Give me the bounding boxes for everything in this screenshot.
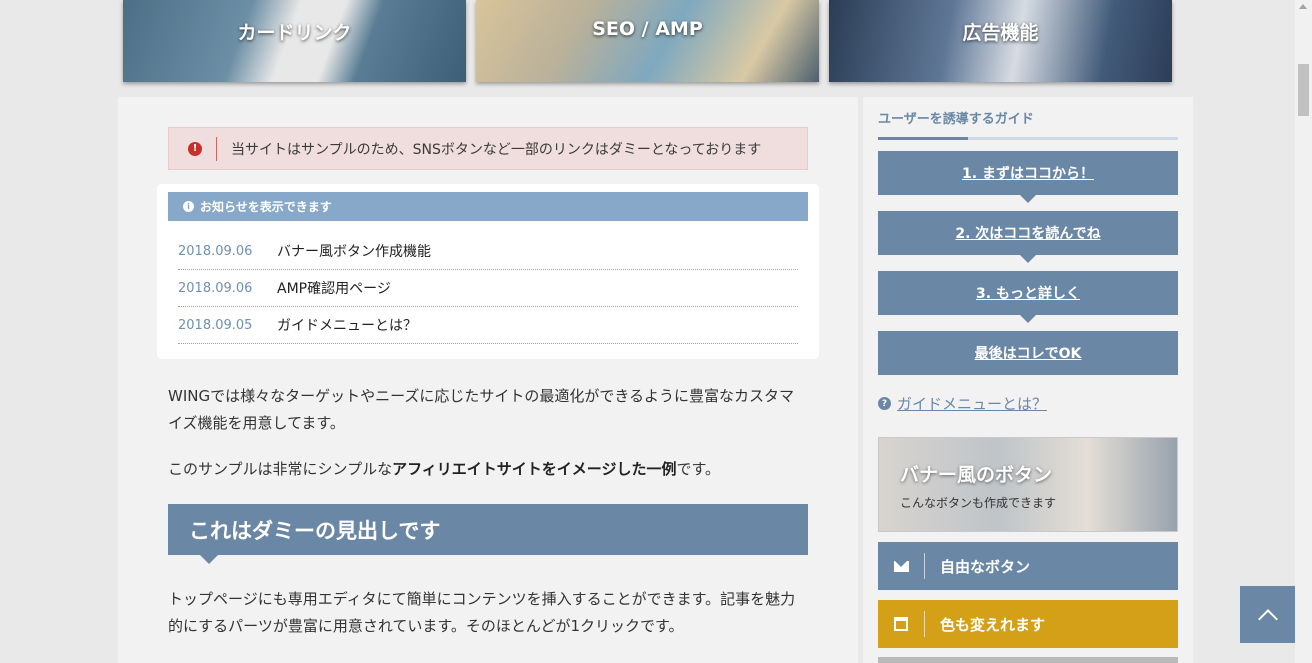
color-button-label: 色も変えれます: [940, 615, 1046, 634]
guide-menu-link[interactable]: ? ガイドメニューとは？: [878, 393, 1047, 414]
dummy-link-alert: ! 当サイトはサンプルのため、SNSボタンなど一部のリンクはダミーとなっておりま…: [168, 127, 808, 170]
notice-title[interactable]: ガイドメニューとは？: [277, 315, 417, 335]
guide-button-step2[interactable]: 2. 次はココを読んでね: [878, 211, 1178, 263]
notice-date: 2018.09.05: [178, 317, 253, 333]
notice-heading-text: お知らせを表示できます: [200, 200, 332, 214]
sidebar-title-underline-accent: [878, 137, 968, 140]
sample-paragraph: このサンプルは非常にシンプルなアフィリエイトサイトをイメージした一例です。: [168, 456, 808, 483]
button-divider: [924, 553, 925, 579]
main-content-area: [118, 97, 858, 663]
guide-menu-link-text: ガイドメニューとは？: [897, 395, 1048, 413]
notice-heading: i お知らせを表示できます: [168, 192, 808, 221]
card-label: SEO / AMP: [592, 18, 703, 40]
card-link-seo-amp[interactable]: SEO / AMP: [476, 0, 819, 82]
guide-button-final[interactable]: 最後はコレでOK: [878, 331, 1178, 375]
banner-title: バナー風のボタン: [900, 464, 1053, 486]
top-card-links: カードリンク SEO / AMP 広告機能: [123, 0, 1172, 82]
info-circle-icon: i: [183, 201, 194, 212]
notice-item[interactable]: 2018.09.05 ガイドメニューとは？: [178, 307, 798, 344]
notice-list: 2018.09.06 バナー風ボタン作成機能 2018.09.06 AMP確認用…: [178, 233, 798, 344]
sample-paragraph-pre: このサンプルは非常にシンプルな: [168, 460, 393, 478]
scroll-to-top-button[interactable]: [1240, 586, 1295, 643]
card-label: 広告機能: [962, 22, 1039, 44]
banner-button[interactable]: バナー風のボタン こんなボタンも作成できます: [878, 437, 1178, 532]
notice-box: i お知らせを表示できます 2018.09.06 バナー風ボタン作成機能 201…: [157, 184, 819, 359]
card-link-ads[interactable]: 広告機能: [829, 0, 1172, 82]
question-circle-icon: ?: [878, 397, 891, 410]
card-label: カードリンク: [237, 22, 352, 44]
dummy-heading: これはダミーの見出しです: [168, 504, 808, 564]
alert-text: 当サイトはサンプルのため、SNSボタンなど一部のリンクはダミーとなっております: [231, 141, 762, 158]
alert-divider: [216, 136, 217, 161]
sample-paragraph-post: です。: [676, 460, 721, 478]
next-sidebar-item: [878, 657, 1178, 663]
notice-title[interactable]: バナー風ボタン作成機能: [277, 241, 431, 261]
calendar-icon: [878, 617, 924, 631]
notice-date: 2018.09.06: [178, 243, 253, 259]
notice-title[interactable]: AMP確認用ページ: [277, 278, 391, 298]
button-divider: [924, 611, 925, 637]
scrollbar-thumb[interactable]: [1298, 64, 1309, 116]
guide-button-step3[interactable]: 3. もっと詳しく: [878, 271, 1178, 323]
guide-button-step1[interactable]: 1. まずはココから！: [878, 151, 1178, 203]
page-scrollbar[interactable]: [1295, 0, 1312, 663]
envelope-icon: [878, 560, 924, 572]
sidebar-title: ユーザーを誘導するガイド: [878, 112, 1034, 127]
free-button[interactable]: 自由なボタン: [878, 542, 1178, 590]
banner-subtitle: こんなボタンも作成できます: [900, 496, 1057, 510]
editor-paragraph: トップページにも専用エディタにて簡単にコンテンツを挿入することができます。記事を…: [168, 590, 796, 635]
free-button-label: 自由なボタン: [940, 557, 1031, 576]
notice-item[interactable]: 2018.09.06 AMP確認用ページ: [178, 270, 798, 307]
color-button[interactable]: 色も変えれます: [878, 600, 1178, 648]
intro-paragraph: WINGでは様々なターゲットやニーズに応じたサイトの最適化ができるように豊富なカ…: [168, 387, 795, 432]
notice-item[interactable]: 2018.09.06 バナー風ボタン作成機能: [178, 233, 798, 270]
scroll-up-arrow-icon[interactable]: [1299, 4, 1307, 9]
sample-paragraph-bold: アフィリエイトサイトをイメージした一例: [392, 460, 677, 478]
card-link-cardlink[interactable]: カードリンク: [123, 0, 466, 82]
exclamation-circle-icon: !: [188, 141, 202, 156]
chevron-up-icon: [1257, 608, 1278, 629]
notice-date: 2018.09.06: [178, 280, 253, 296]
